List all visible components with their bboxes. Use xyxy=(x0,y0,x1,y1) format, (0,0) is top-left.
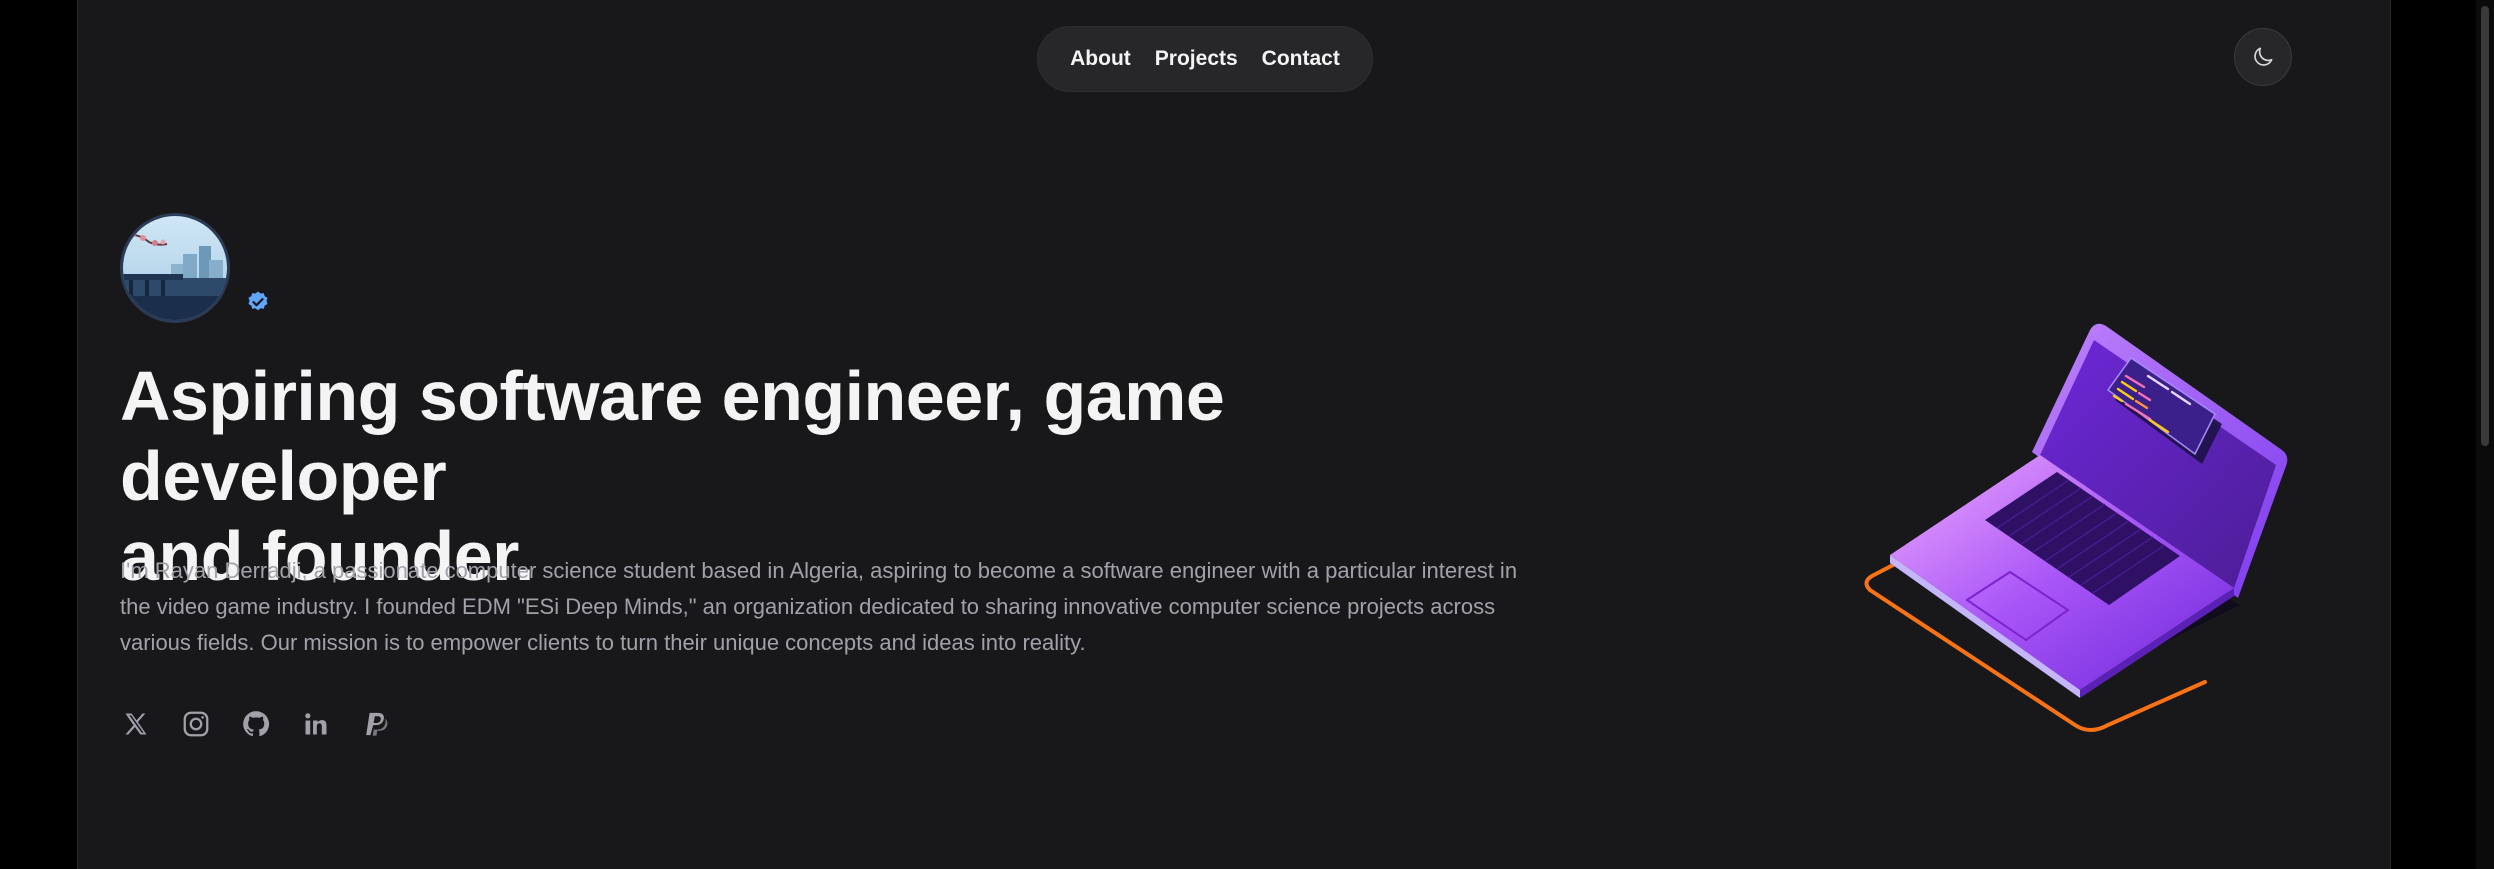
social-link-paypal[interactable] xyxy=(360,708,392,740)
laptop-illustration xyxy=(1864,323,2288,732)
social-link-linkedin[interactable] xyxy=(300,708,332,740)
nav-item-projects[interactable]: Projects xyxy=(1155,47,1238,71)
social-link-x[interactable] xyxy=(120,708,152,740)
linkedin-icon xyxy=(305,713,327,735)
nav-item-about[interactable]: About xyxy=(1070,47,1131,71)
x-icon xyxy=(125,713,147,735)
social-link-instagram[interactable] xyxy=(180,708,212,740)
instagram-icon xyxy=(183,711,209,737)
paypal-icon xyxy=(366,712,388,736)
headline-line-1: Aspiring software engineer, game develop… xyxy=(120,357,1225,515)
verified-badge-icon xyxy=(248,291,268,311)
moon-icon xyxy=(2254,47,2273,66)
theme-toggle-button[interactable] xyxy=(2234,28,2292,86)
bio-text: I'm Rayan Derradji, a passionate compute… xyxy=(120,558,1518,655)
avatar xyxy=(120,213,230,323)
main-nav: About Projects Contact xyxy=(1037,26,1373,92)
social-link-github[interactable] xyxy=(240,708,272,740)
scrollbar-thumb[interactable] xyxy=(2481,6,2489,446)
github-icon xyxy=(243,711,270,737)
social-links xyxy=(120,708,392,740)
nav-item-contact[interactable]: Contact xyxy=(1262,47,1340,71)
